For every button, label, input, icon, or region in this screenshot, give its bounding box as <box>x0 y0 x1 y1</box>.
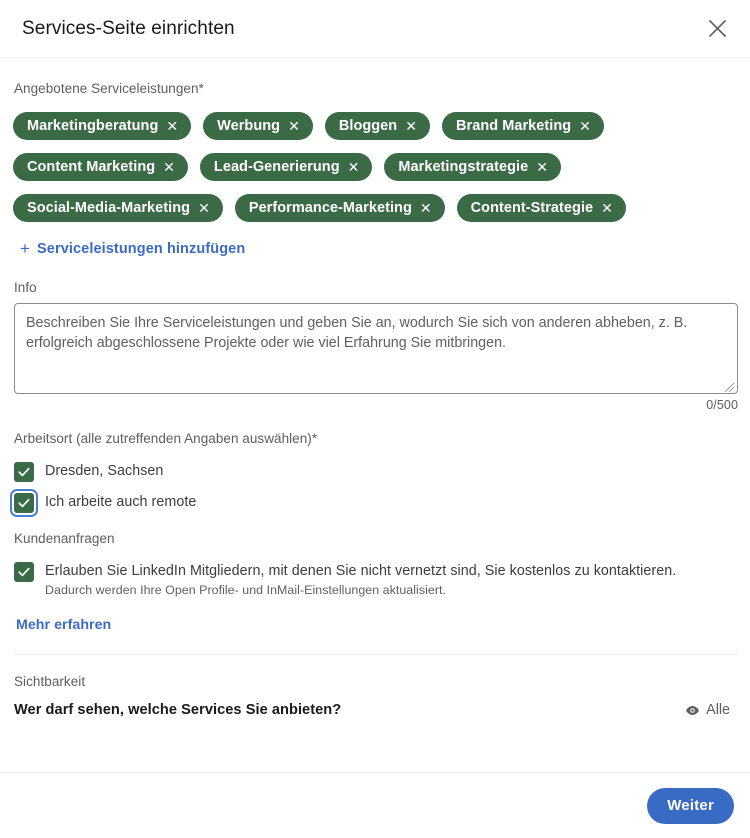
remove-chip-icon[interactable]: ✕ <box>348 160 360 174</box>
service-chip[interactable]: Social-Media-Marketing ✕ <box>13 194 223 222</box>
info-textarea[interactable] <box>14 303 738 394</box>
service-chip-list: Marketingberatung ✕ Werbung ✕ Bloggen ✕ … <box>12 112 684 222</box>
info-block: Info 0/500 <box>12 279 738 412</box>
service-chip[interactable]: Werbung ✕ <box>203 112 313 140</box>
visibility-block: Sichtbarkeit Wer darf sehen, welche Serv… <box>12 673 738 718</box>
service-chip[interactable]: Content Marketing ✕ <box>13 153 188 181</box>
add-services-label: Serviceleistungen hinzufügen <box>37 240 246 257</box>
service-chip-label: Performance-Marketing <box>248 199 412 216</box>
learn-more-link[interactable]: Mehr erfahren <box>16 617 111 633</box>
service-chip-label: Bloggen <box>338 117 398 134</box>
service-chip-label: Content Marketing <box>27 158 156 175</box>
close-icon <box>707 18 728 39</box>
work-location-option-dresden[interactable]: Dresden, Sachsen <box>14 461 738 482</box>
service-chip-label: Lead-Generierung <box>213 158 340 175</box>
remove-chip-icon[interactable]: ✕ <box>579 119 591 133</box>
add-services-button[interactable]: + Serviceleistungen hinzufügen <box>20 240 245 257</box>
service-chip[interactable]: Lead-Generierung ✕ <box>199 153 373 181</box>
character-counter: 0/500 <box>706 398 738 412</box>
visibility-question: Wer darf sehen, welche Services Sie anbi… <box>14 702 342 718</box>
service-chip[interactable]: Marketingstrategie ✕ <box>384 153 561 181</box>
remove-chip-icon[interactable]: ✕ <box>405 119 417 133</box>
remove-chip-icon[interactable]: ✕ <box>536 160 548 174</box>
option-sublabel: Dadurch werden Ihre Open Profile- und In… <box>45 583 446 597</box>
info-textarea-wrap <box>14 303 738 394</box>
option-label: Dresden, Sachsen <box>45 463 164 479</box>
remove-chip-icon[interactable]: ✕ <box>601 201 613 215</box>
close-button[interactable] <box>700 12 734 46</box>
services-label: Angebotene Serviceleistungen* <box>14 81 204 96</box>
service-chip[interactable]: Content-Strategie ✕ <box>456 194 626 222</box>
customer-inquiries-label: Kundenanfragen <box>14 531 115 546</box>
visibility-value[interactable]: Alle <box>685 702 730 718</box>
remove-chip-icon[interactable]: ✕ <box>163 160 175 174</box>
remove-chip-icon[interactable]: ✕ <box>166 119 178 133</box>
dialog-header: Services-Seite einrichten <box>0 0 750 58</box>
option-label: Ich arbeite auch remote <box>45 494 197 510</box>
service-chip-label: Werbung <box>217 117 281 134</box>
work-location-group: Arbeitsort (alle zutreffenden Angaben au… <box>10 430 738 517</box>
remove-chip-icon[interactable]: ✕ <box>288 119 300 133</box>
service-chip-label: Marketingberatung <box>27 117 159 134</box>
option-text: Ich arbeite auch remote <box>45 492 196 512</box>
visibility-value-label: Alle <box>706 702 730 718</box>
setup-services-dialog: Services-Seite einrichten Angebotene Ser… <box>0 0 750 838</box>
checkbox-checked-icon[interactable] <box>14 562 34 582</box>
service-chip[interactable]: Performance-Marketing ✕ <box>234 194 445 222</box>
service-chip[interactable]: Marketingberatung ✕ <box>13 112 192 140</box>
option-label: Erlauben Sie LinkedIn Mitgliedern, mit d… <box>45 563 677 579</box>
plus-icon: + <box>20 238 31 258</box>
info-label: Info <box>14 280 37 295</box>
customer-inquiries-group: Kundenanfragen Erlauben Sie LinkedIn Mit… <box>12 530 738 634</box>
remove-chip-icon[interactable]: ✕ <box>198 201 210 215</box>
eye-icon <box>685 703 700 718</box>
next-button[interactable]: Weiter <box>647 787 734 824</box>
service-chip[interactable]: Bloggen ✕ <box>324 112 430 140</box>
dialog-footer: Weiter <box>0 772 750 838</box>
option-text: Dresden, Sachsen <box>45 461 163 481</box>
visibility-setting-row[interactable]: Wer darf sehen, welche Services Sie anbi… <box>14 702 738 718</box>
visibility-label: Sichtbarkeit <box>14 674 86 689</box>
dialog-body: Angebotene Serviceleistungen* Marketingb… <box>0 58 750 772</box>
checkbox-checked-icon[interactable] <box>10 489 38 517</box>
work-location-label: Arbeitsort (alle zutreffenden Angaben au… <box>14 431 318 446</box>
work-location-option-remote[interactable]: Ich arbeite auch remote <box>10 489 738 517</box>
remove-chip-icon[interactable]: ✕ <box>420 201 432 215</box>
service-chip-label: Brand Marketing <box>455 117 572 134</box>
page-title: Services-Seite einrichten <box>22 17 235 39</box>
service-chip[interactable]: Brand Marketing ✕ <box>441 112 604 140</box>
open-profile-option[interactable]: Erlauben Sie LinkedIn Mitgliedern, mit d… <box>14 561 738 599</box>
option-text: Erlauben Sie LinkedIn Mitgliedern, mit d… <box>45 561 676 599</box>
checkbox-checked-icon[interactable] <box>14 462 34 482</box>
service-chip-label: Social-Media-Marketing <box>27 199 191 216</box>
service-chip-label: Marketingstrategie <box>398 158 529 175</box>
section-divider <box>13 654 739 655</box>
service-chip-label: Content-Strategie <box>470 199 594 216</box>
